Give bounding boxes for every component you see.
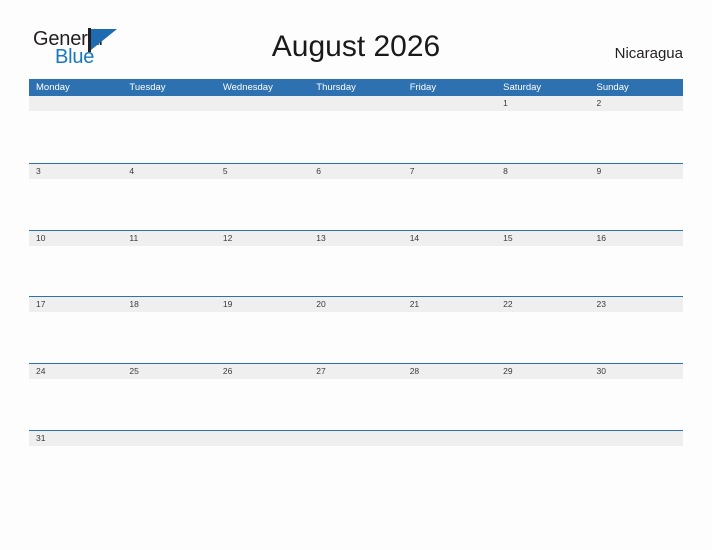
day-cell[interactable] [403, 96, 496, 111]
week-date-strip: 10 11 12 13 14 15 16 [29, 230, 683, 246]
day-cell[interactable]: 17 [29, 297, 122, 312]
day-cell[interactable] [216, 96, 309, 111]
day-cell[interactable]: 25 [122, 364, 215, 379]
day-cell[interactable] [29, 96, 122, 111]
day-cell[interactable]: 20 [309, 297, 402, 312]
week-row: 10 11 12 13 14 15 16 [29, 229, 683, 297]
week-date-strip: 3 4 5 6 7 8 9 [29, 163, 683, 179]
day-cell[interactable]: 3 [29, 164, 122, 179]
week-date-strip: 17 18 19 20 21 22 23 [29, 297, 683, 313]
triangle-flag-icon [91, 29, 117, 50]
day-cell[interactable]: 28 [403, 364, 496, 379]
day-cell[interactable]: 26 [216, 364, 309, 379]
day-cell[interactable]: 22 [496, 297, 589, 312]
country-label: Nicaragua [614, 45, 683, 62]
week-notes-area[interactable] [29, 245, 683, 297]
day-cell[interactable]: 2 [590, 96, 683, 111]
day-cell[interactable] [309, 96, 402, 111]
day-cell[interactable]: 16 [590, 231, 683, 246]
day-cell[interactable]: 15 [496, 231, 589, 246]
page-title: August 2026 [271, 30, 441, 63]
week-row: 24 25 26 27 28 29 30 [29, 363, 683, 431]
calendar-grid: Monday Tuesday Wednesday Thursday Friday… [29, 79, 683, 497]
day-cell[interactable]: 27 [309, 364, 402, 379]
day-cell[interactable]: 29 [496, 364, 589, 379]
general-blue-logo[interactable]: General Blue [33, 28, 123, 72]
day-cell[interactable]: 5 [216, 164, 309, 179]
week-date-strip: 31 [29, 430, 683, 446]
week-row: 17 18 19 20 21 22 23 [29, 296, 683, 364]
weekday-header-friday: Friday [409, 82, 437, 93]
week-notes-area[interactable] [29, 178, 683, 230]
day-cell[interactable] [122, 96, 215, 111]
day-cell[interactable]: 30 [590, 364, 683, 379]
day-cell[interactable]: 19 [216, 297, 309, 312]
day-cell[interactable] [590, 431, 683, 446]
week-notes-area[interactable] [29, 379, 683, 431]
week-date-strip: 1 2 [29, 96, 683, 111]
day-cell[interactable]: 4 [122, 164, 215, 179]
day-cell[interactable]: 6 [309, 164, 402, 179]
day-cell[interactable]: 23 [590, 297, 683, 312]
logo-text-blue: Blue [55, 46, 95, 68]
day-cell[interactable]: 31 [29, 431, 122, 446]
weekday-header-monday: Monday [36, 82, 70, 93]
weekday-header-saturday: Saturday [503, 82, 542, 93]
day-cell[interactable]: 8 [496, 164, 589, 179]
day-cell[interactable]: 1 [496, 96, 589, 111]
day-cell[interactable] [122, 431, 215, 446]
day-cell[interactable] [403, 431, 496, 446]
week-notes-area[interactable] [29, 445, 683, 497]
day-cell[interactable]: 24 [29, 364, 122, 379]
day-cell[interactable] [496, 431, 589, 446]
weekday-header-tuesday: Tuesday [129, 82, 166, 93]
day-cell[interactable]: 9 [590, 164, 683, 179]
weekday-header-wednesday: Wednesday [222, 82, 273, 93]
day-cell[interactable]: 10 [29, 231, 122, 246]
week-date-strip: 24 25 26 27 28 29 30 [29, 364, 683, 380]
day-cell[interactable]: 13 [309, 231, 402, 246]
week-row: 3 4 5 6 7 8 9 [29, 162, 683, 230]
day-cell[interactable]: 18 [122, 297, 215, 312]
week-row: 1 2 [29, 96, 683, 163]
day-cell[interactable] [309, 431, 402, 446]
day-cell[interactable] [216, 431, 309, 446]
weekday-header-thursday: Thursday [316, 82, 356, 93]
week-notes-area[interactable] [29, 111, 683, 162]
week-notes-area[interactable] [29, 312, 683, 364]
weekday-header-row: Monday Tuesday Wednesday Thursday Friday… [29, 79, 683, 96]
day-cell[interactable]: 7 [403, 164, 496, 179]
day-cell[interactable]: 12 [216, 231, 309, 246]
weekday-header-sunday: Sunday [596, 82, 629, 93]
day-cell[interactable]: 14 [403, 231, 496, 246]
page-header: General Blue August 2026 Nicaragua [0, 0, 712, 78]
day-cell[interactable]: 21 [403, 297, 496, 312]
day-cell[interactable]: 11 [122, 231, 215, 246]
week-row: 31 [29, 429, 683, 497]
